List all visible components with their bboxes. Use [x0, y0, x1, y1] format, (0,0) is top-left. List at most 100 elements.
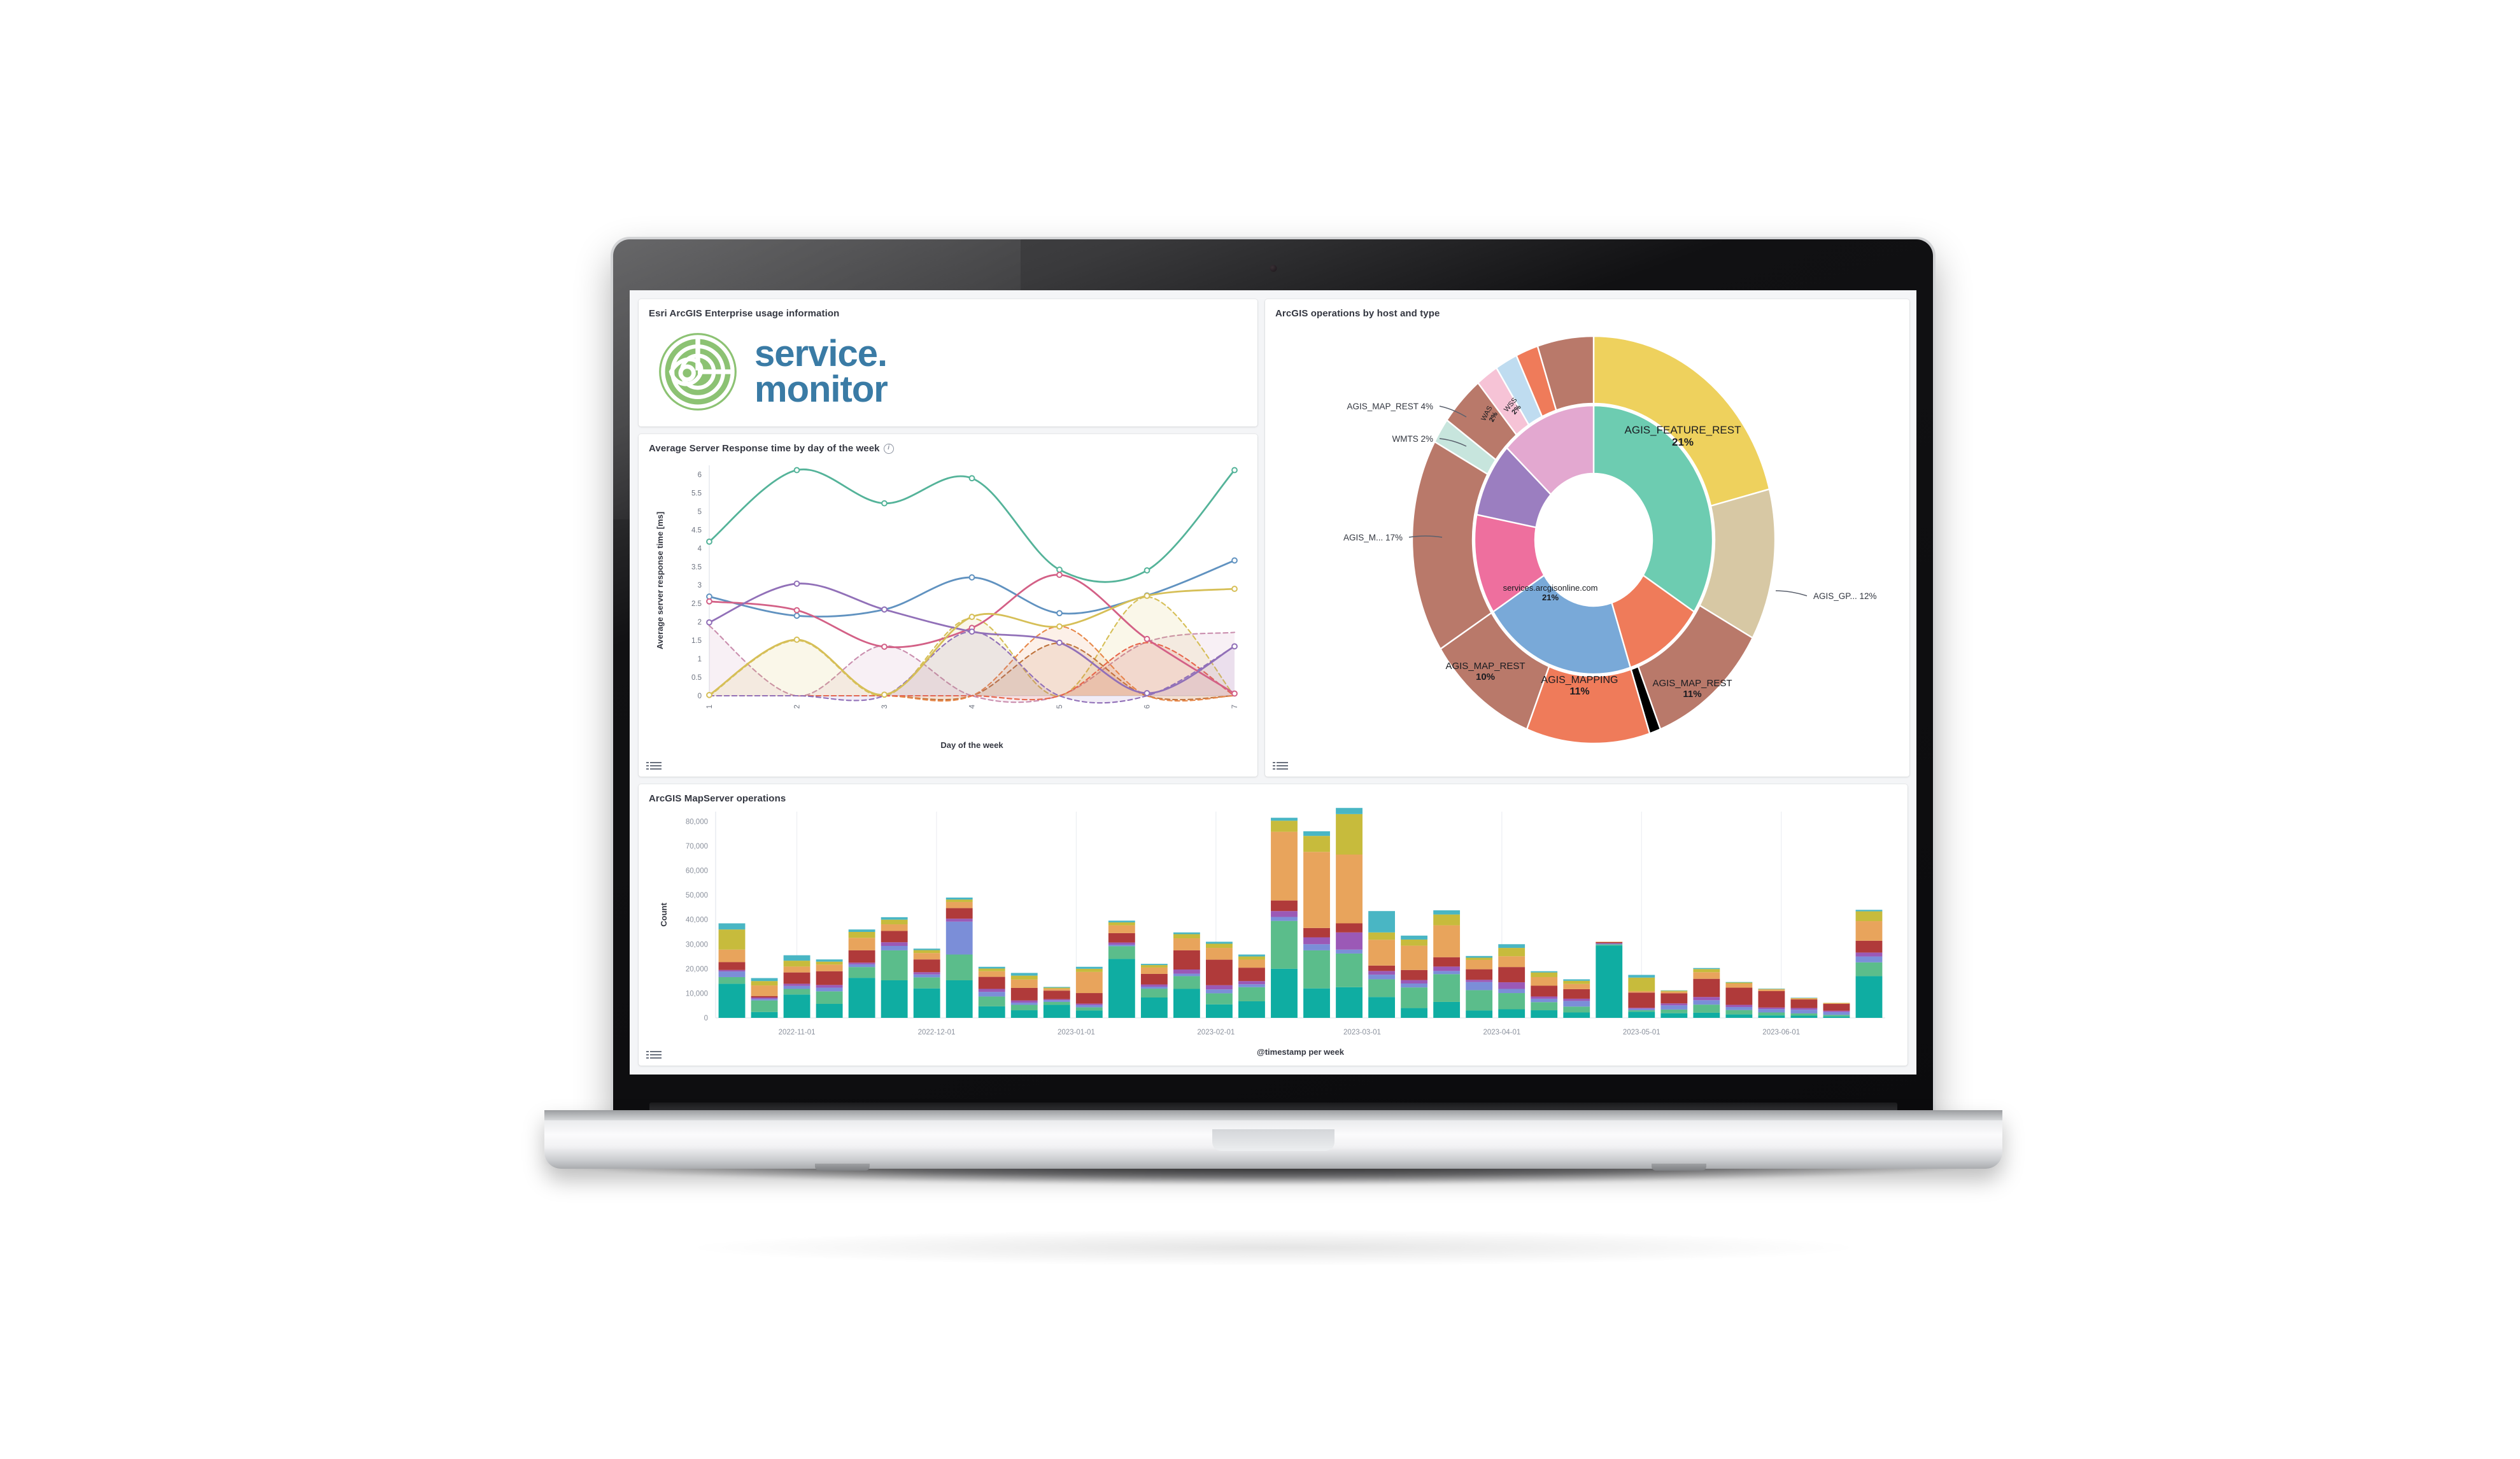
- bar-segment: [816, 987, 843, 992]
- svg-text:1: 1: [706, 705, 714, 708]
- bar-segment: [1238, 1001, 1265, 1018]
- line-chart-canvas[interactable]: 0 0.5 1 1.5 2 2.5 3 3.5 4 4.5 5 5.5 6 1 2 3 4 5 6 7 Day of t…: [649, 455, 1247, 754]
- bar-segment: [848, 967, 875, 978]
- svg-text:11%: 11%: [1683, 689, 1701, 700]
- bar-segment: [1660, 1009, 1688, 1013]
- bar-segment: [783, 983, 811, 986]
- bar-segment: [1433, 974, 1461, 1002]
- svg-text:7: 7: [1231, 705, 1239, 708]
- line-data-point: [1056, 610, 1063, 617]
- bar-chart-canvas[interactable]: 0 10,000 20,000 30,000 40,000 50,000 60,000 70,…: [649, 805, 1897, 1060]
- panel-title-text: ArcGIS MapServer operations: [649, 793, 786, 804]
- legend-list-icon[interactable]: [1273, 762, 1288, 771]
- laptop-screen: Esri ArcGIS Enterprise usage information: [630, 290, 1916, 1075]
- bar-segment: [1173, 950, 1200, 970]
- bar-segment: [1498, 1009, 1525, 1018]
- donut-chart-canvas[interactable]: AGIS_FEATURE_REST21%AGIS_MAP_REST11%AGIS…: [1275, 320, 1899, 759]
- bar-segment: [1368, 971, 1395, 975]
- line-data-point: [968, 614, 975, 620]
- bar-segment: [1108, 942, 1135, 945]
- svg-text:11%: 11%: [1569, 686, 1589, 697]
- line-x-tick: 2: [794, 705, 802, 708]
- bar-segment: [1043, 990, 1070, 999]
- bar-segment: [1433, 957, 1461, 967]
- bar-segment: [1303, 831, 1330, 836]
- line-data-point: [968, 475, 975, 482]
- bar-segment: [1855, 952, 1883, 957]
- panel-usage-information[interactable]: Esri ArcGIS Enterprise usage information: [639, 299, 1257, 426]
- panel-arcgis-mapserver-operations[interactable]: ArcGIS MapServer operations 0 10,000 20,00…: [639, 784, 1908, 1066]
- bar-segment: [1563, 1012, 1590, 1018]
- bar-segment: [1693, 1000, 1720, 1005]
- bar-x-axis-label: @timestamp per week: [1257, 1047, 1345, 1057]
- svg-text:Average server response time [: Average server response time [ms]: [655, 512, 665, 649]
- bar-segment: [1596, 941, 1623, 943]
- bar-segment: [1206, 989, 1233, 994]
- bar-segment: [1075, 1007, 1103, 1011]
- line-x-tick: 1: [706, 705, 714, 708]
- bar-segment: [881, 945, 908, 950]
- legend-list-icon[interactable]: [646, 762, 662, 771]
- panel-title-arcgis-operations: ArcGIS operations by host and type: [1275, 308, 1899, 319]
- bar-segment: [1628, 977, 1655, 991]
- line-data-point: [1231, 643, 1238, 650]
- bar-segment: [1758, 1007, 1785, 1010]
- bar-segment: [1336, 987, 1363, 1018]
- bar-segment: [1855, 940, 1883, 953]
- bar-segment: [816, 985, 843, 988]
- bar-segment: [1855, 962, 1883, 976]
- bar-segment: [1693, 1004, 1720, 1013]
- bar-segment: [1238, 954, 1265, 957]
- bar-segment: [1596, 945, 1623, 1018]
- bar-segment: [1010, 1010, 1038, 1018]
- line-data-point: [706, 598, 712, 605]
- info-circle-icon[interactable]: i: [883, 443, 894, 454]
- panel-average-server-response-time[interactable]: Average Server Response time by day of t…: [639, 434, 1257, 777]
- bar-segment: [1790, 999, 1818, 1008]
- bar-segment: [978, 996, 1005, 1006]
- service-monitor-logo: service. monitor: [649, 320, 1247, 412]
- bar-segment: [1140, 997, 1168, 1018]
- bar-segment: [945, 899, 973, 902]
- bar-segment: [913, 977, 940, 989]
- bar-segment: [816, 991, 843, 1004]
- bar-segment: [1693, 978, 1720, 997]
- bar-segment: [978, 976, 1005, 989]
- bar-segment: [1271, 831, 1298, 901]
- panel-arcgis-operations[interactable]: ArcGIS operations by host and type AGIS_…: [1265, 299, 1909, 777]
- bar-segment: [848, 962, 875, 964]
- bar-segment: [1140, 967, 1168, 974]
- line-x-axis-label: Day of the week: [940, 740, 1003, 750]
- bar-segment: [718, 923, 746, 930]
- svg-text:2: 2: [794, 705, 802, 708]
- bar-segment: [1466, 959, 1493, 969]
- bar-segment: [881, 924, 908, 931]
- bar-segment: [1855, 976, 1883, 1018]
- donut-callout: AGIS_MAP_REST 4%: [1347, 402, 1467, 418]
- svg-text:AGIS_MAP_REST 4%: AGIS_MAP_REST 4%: [1347, 402, 1433, 411]
- bar-segment: [848, 950, 875, 963]
- bar-segment: [945, 901, 973, 908]
- svg-text:10%: 10%: [1476, 672, 1495, 682]
- bar-segment: [1466, 980, 1493, 982]
- line-data-point: [793, 581, 800, 587]
- bar-segment: [1660, 993, 1688, 1004]
- bar-y-tick: 60,000: [686, 868, 708, 875]
- bar-segment: [1660, 991, 1688, 994]
- bar-segment: [945, 921, 973, 955]
- bar-segment: [1075, 1004, 1103, 1008]
- bar-segment: [783, 989, 811, 995]
- bar-segment: [1596, 941, 1623, 943]
- bar-segment: [1206, 941, 1233, 944]
- legend-list-icon[interactable]: [646, 1051, 662, 1060]
- bar-segment: [1725, 1004, 1753, 1008]
- line-y-tick: 1.5: [691, 637, 702, 645]
- bar-segment: [1303, 836, 1330, 852]
- bar-x-tick: 2023-01-01: [1058, 1029, 1095, 1036]
- bar-segment: [1140, 964, 1168, 966]
- bar-segment: [1401, 987, 1428, 1008]
- bar-segment: [1823, 1004, 1850, 1011]
- line-data-point: [1056, 572, 1063, 578]
- svg-text:6: 6: [1144, 705, 1152, 708]
- bar-segment: [1206, 1004, 1233, 1018]
